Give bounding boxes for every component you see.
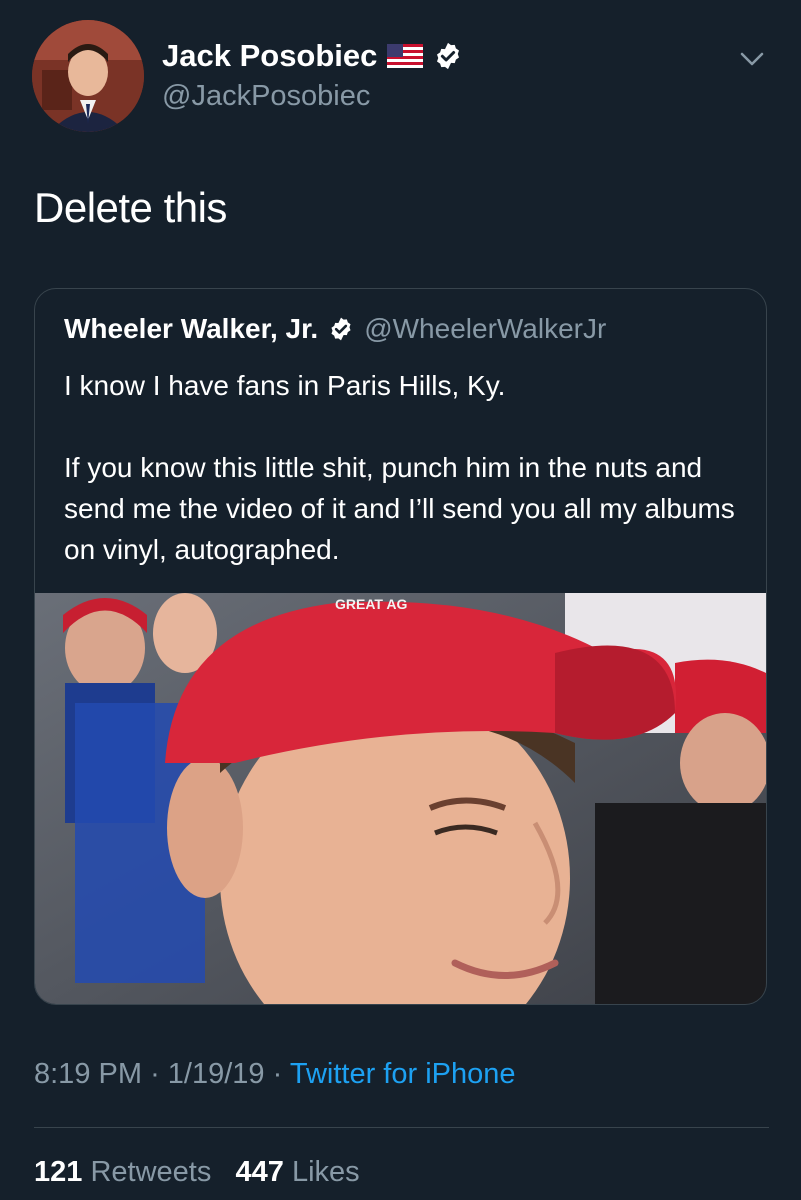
tweet-date[interactable]: 1/19/19 [168, 1058, 265, 1090]
quoted-tweet-text: I know I have fans in Paris Hills, Ky. I… [64, 370, 735, 565]
tweet-source-link[interactable]: Twitter for iPhone [290, 1058, 516, 1090]
tweet-stats: 121 Retweets 447 Likes [34, 1156, 360, 1189]
divider [34, 1127, 769, 1128]
avatar[interactable] [32, 20, 144, 132]
meta-separator: · [272, 1058, 283, 1090]
likes-count: 447 [235, 1156, 284, 1188]
tweet-text: Delete this [34, 184, 227, 231]
us-flag-icon [387, 44, 424, 68]
verified-badge-icon [437, 42, 460, 70]
quoted-author-name: Wheeler Walker, Jr. [64, 313, 319, 344]
author-name-row: Jack Posobiec [162, 38, 463, 74]
chevron-down-icon[interactable] [737, 44, 767, 74]
tweet-time[interactable]: 8:19 PM [34, 1058, 142, 1090]
tweet-header: Jack Posobiec @JackPosobiec [32, 20, 777, 132]
author-display-name[interactable]: Jack Posobiec [162, 38, 377, 74]
quoted-tweet-image[interactable]: GREAT AG [35, 593, 766, 1004]
verified-badge-icon [331, 317, 351, 341]
quoted-author-handle: @WheelerWalkerJr [364, 313, 607, 344]
meta-separator: · [150, 1058, 160, 1090]
retweets-count: 121 [34, 1156, 83, 1188]
author-handle[interactable]: @JackPosobiec [162, 80, 463, 113]
likes-label: Likes [291, 1156, 360, 1188]
cap-lettering: GREAT AG [335, 596, 407, 612]
tweet-meta: 8:19 PM · 1/19/19 · Twitter for iPhone [34, 1058, 516, 1091]
likes-stat[interactable]: 447 Likes [236, 1156, 360, 1188]
quoted-tweet-card[interactable]: Wheeler Walker, Jr. @WheelerWalkerJr I k… [34, 288, 767, 1005]
retweets-stat[interactable]: 121 Retweets [34, 1156, 211, 1188]
retweets-label: Retweets [90, 1156, 212, 1188]
